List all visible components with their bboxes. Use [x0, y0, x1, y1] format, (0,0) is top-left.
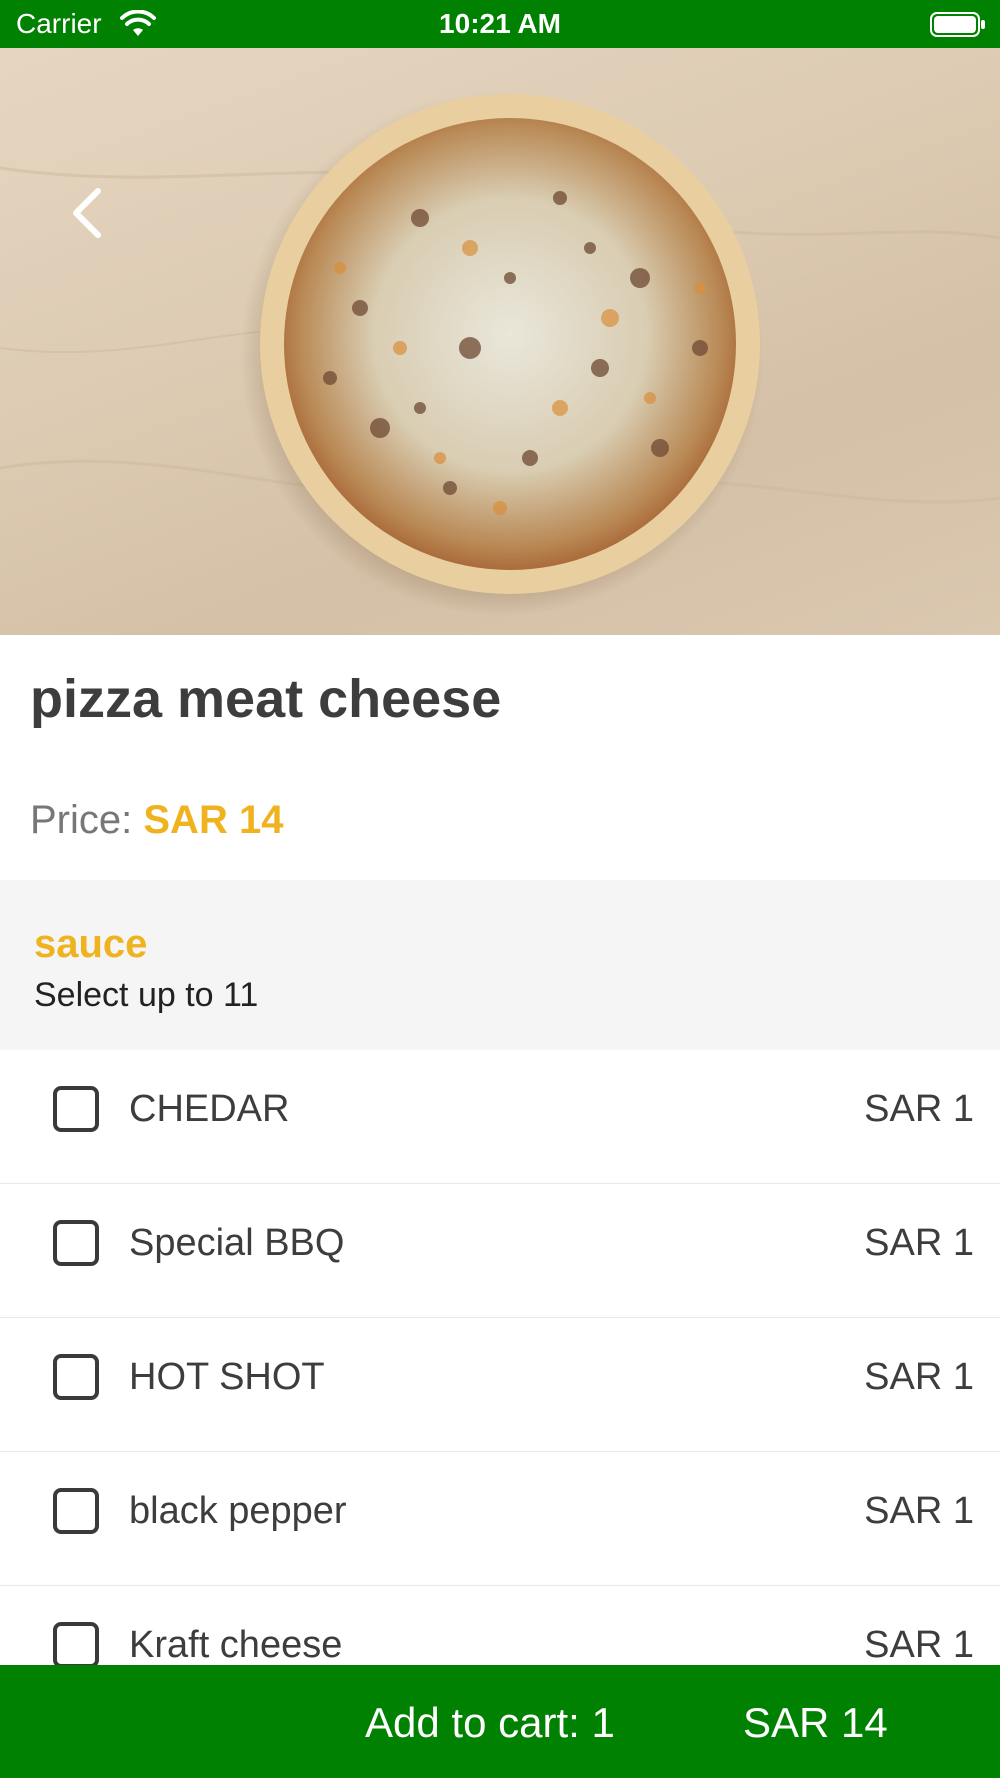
- option-row[interactable]: Special BBQ SAR 1: [0, 1184, 1000, 1318]
- price-row: Price: SAR 14: [30, 798, 283, 843]
- price-label: Price:: [30, 798, 133, 842]
- option-price: SAR 1: [864, 1088, 974, 1130]
- checkbox[interactable]: [53, 1086, 99, 1132]
- option-label: Special BBQ: [129, 1222, 345, 1264]
- cart-total: SAR 14: [743, 1699, 888, 1746]
- battery-full-icon: [930, 12, 985, 37]
- status-bar: Carrier 10:21 AM: [0, 0, 1000, 48]
- option-label: Kraft cheese: [129, 1624, 343, 1665]
- checkbox[interactable]: [53, 1488, 99, 1534]
- checkbox[interactable]: [53, 1220, 99, 1266]
- price-value: SAR 14: [143, 798, 284, 842]
- option-price: SAR 1: [864, 1356, 974, 1398]
- option-row[interactable]: black pepper SAR 1: [0, 1452, 1000, 1586]
- checkbox[interactable]: [53, 1622, 99, 1665]
- product-image: [0, 48, 1000, 635]
- option-group-title: sauce: [34, 922, 148, 966]
- option-group-subtitle: Select up to 11: [34, 976, 259, 1014]
- option-label: CHEDAR: [129, 1088, 290, 1130]
- option-row[interactable]: Kraft cheese SAR 1: [0, 1586, 1000, 1665]
- option-group-header: sauce Select up to 11: [0, 880, 1000, 1050]
- option-price: SAR 1: [864, 1490, 974, 1532]
- checkbox[interactable]: [53, 1354, 99, 1400]
- add-to-cart-button[interactable]: Add to cart: 1 SAR 14: [0, 1665, 1000, 1778]
- pizza-photo: [0, 92, 1000, 616]
- option-label: HOT SHOT: [129, 1356, 325, 1398]
- option-price: SAR 1: [864, 1624, 974, 1665]
- options-list: CHEDAR SAR 1 Special BBQ SAR 1 HOT SHOT …: [0, 1050, 1000, 1665]
- option-price: SAR 1: [864, 1222, 974, 1264]
- product-title: pizza meat cheese: [30, 669, 502, 729]
- option-row[interactable]: HOT SHOT SAR 1: [0, 1318, 1000, 1452]
- chevron-left-icon: [73, 188, 101, 238]
- add-to-cart-label: Add to cart: 1: [365, 1699, 615, 1746]
- option-row[interactable]: CHEDAR SAR 1: [0, 1050, 1000, 1184]
- option-label: black pepper: [129, 1490, 347, 1532]
- status-time: 10:21 AM: [439, 8, 561, 39]
- back-button[interactable]: [58, 178, 114, 248]
